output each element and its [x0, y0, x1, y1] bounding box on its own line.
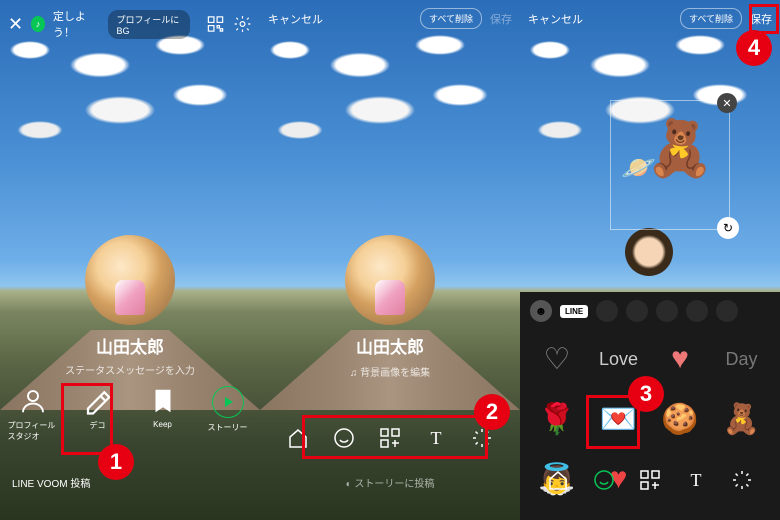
- home-icon[interactable]: [546, 468, 570, 492]
- deco-toolbar: T: [546, 468, 754, 492]
- bottom-item-studio[interactable]: プロフィールスタジオ: [8, 386, 58, 442]
- save-button[interactable]: 保存: [490, 11, 512, 27]
- line-voom-post[interactable]: LINE VOOM 投稿: [12, 475, 90, 490]
- tab-pack-4[interactable]: [686, 300, 708, 322]
- sticker-heart-outline[interactable]: ♡: [532, 334, 582, 384]
- profile-block: 山田太郎 ♫ 背景画像を編集: [345, 235, 435, 379]
- cancel-button[interactable]: キャンセル: [268, 11, 323, 27]
- top-bar: ✕ ♪ 定しよう！ プロフィールにBG: [8, 8, 252, 40]
- saturn-sticker: 🪐: [621, 151, 656, 184]
- sticker-placed[interactable]: ✕ ↻ 🧸 🪐: [610, 100, 730, 230]
- avatar[interactable]: [345, 235, 435, 325]
- callout-box-2: [302, 415, 488, 459]
- clouds: [260, 20, 520, 160]
- tab-pack-3[interactable]: [656, 300, 678, 322]
- callout-badge-4: 4: [736, 30, 772, 66]
- panel-profile-main: ✕ ♪ 定しよう！ プロフィールにBG 山田太郎 ステータスメッセージを入力 プ…: [0, 0, 260, 520]
- bottom-item-keep[interactable]: Keep: [138, 386, 188, 442]
- story-icon: [212, 386, 244, 418]
- sticker-bear[interactable]: 🧸: [717, 394, 767, 444]
- user-face: [625, 228, 673, 276]
- text-icon[interactable]: T: [684, 468, 708, 492]
- sticker-tabs: ☻ LINE: [530, 300, 770, 322]
- tab-pack-1[interactable]: [596, 300, 618, 322]
- top-bar: キャンセル すべて削除 保存: [268, 8, 512, 29]
- panel-sticker-picker: キャンセル すべて削除 保存 ✕ ↻ 🧸 🪐 ☻ LINE ♡ Love ♥ D…: [520, 0, 780, 520]
- smile-icon[interactable]: [592, 468, 616, 492]
- clear-all-button[interactable]: すべて削除: [680, 8, 742, 29]
- story-post-link[interactable]: ◐ ストーリーに投稿: [346, 475, 435, 490]
- rotate-handle-icon[interactable]: ↻: [717, 217, 739, 239]
- tab-pack-2[interactable]: [626, 300, 648, 322]
- callout-badge-1: 1: [98, 444, 134, 480]
- sticker-rose[interactable]: 🌹: [532, 394, 582, 444]
- profile-name: 山田太郎: [65, 333, 195, 358]
- sticker-love-text[interactable]: Love: [594, 334, 644, 384]
- tab-emoji-icon[interactable]: ☻: [530, 300, 552, 322]
- profile-name: 山田太郎: [345, 333, 435, 358]
- cancel-button[interactable]: キャンセル: [528, 11, 583, 27]
- studio-icon: [18, 386, 48, 416]
- sticker-cookie[interactable]: 🍪: [655, 394, 705, 444]
- qr-icon[interactable]: [206, 13, 225, 35]
- clouds: [0, 20, 260, 160]
- bottom-actions: プロフィールスタジオ デコ Keep ストーリー: [0, 386, 260, 442]
- panel-deco-toolbar: キャンセル すべて削除 保存 山田太郎 ♫ 背景画像を編集 T ◐ ストーリーに…: [260, 0, 520, 520]
- profile-block: 山田太郎 ステータスメッセージを入力: [65, 235, 195, 377]
- sticker-day-text[interactable]: Day: [717, 334, 767, 384]
- effect-icon[interactable]: [730, 468, 754, 492]
- bottom-item-story[interactable]: ストーリー: [203, 386, 253, 442]
- bg-edit-link[interactable]: ♫ 背景画像を編集: [345, 364, 435, 379]
- remove-sticker-icon[interactable]: ✕: [717, 93, 737, 113]
- sticker-heart-pink[interactable]: ♥: [655, 334, 705, 384]
- widget-icon[interactable]: [638, 468, 662, 492]
- status-message[interactable]: ステータスメッセージを入力: [65, 362, 195, 377]
- music-icon[interactable]: ♪: [31, 16, 45, 32]
- gear-icon[interactable]: [233, 13, 252, 35]
- callout-box-1: [61, 383, 113, 455]
- close-icon[interactable]: ✕: [8, 14, 23, 35]
- clear-all-button[interactable]: すべて削除: [420, 8, 482, 29]
- tab-pack-5[interactable]: [716, 300, 738, 322]
- callout-badge-2: 2: [474, 394, 510, 430]
- callout-badge-3: 3: [628, 376, 664, 412]
- music-prompt[interactable]: 定しよう！: [53, 8, 101, 40]
- tab-line[interactable]: LINE: [560, 305, 588, 318]
- keep-icon: [148, 386, 178, 416]
- top-bar: キャンセル すべて削除 保存: [528, 8, 772, 29]
- profile-bgm-pill[interactable]: プロフィールにBG: [108, 10, 190, 39]
- avatar[interactable]: [85, 235, 175, 325]
